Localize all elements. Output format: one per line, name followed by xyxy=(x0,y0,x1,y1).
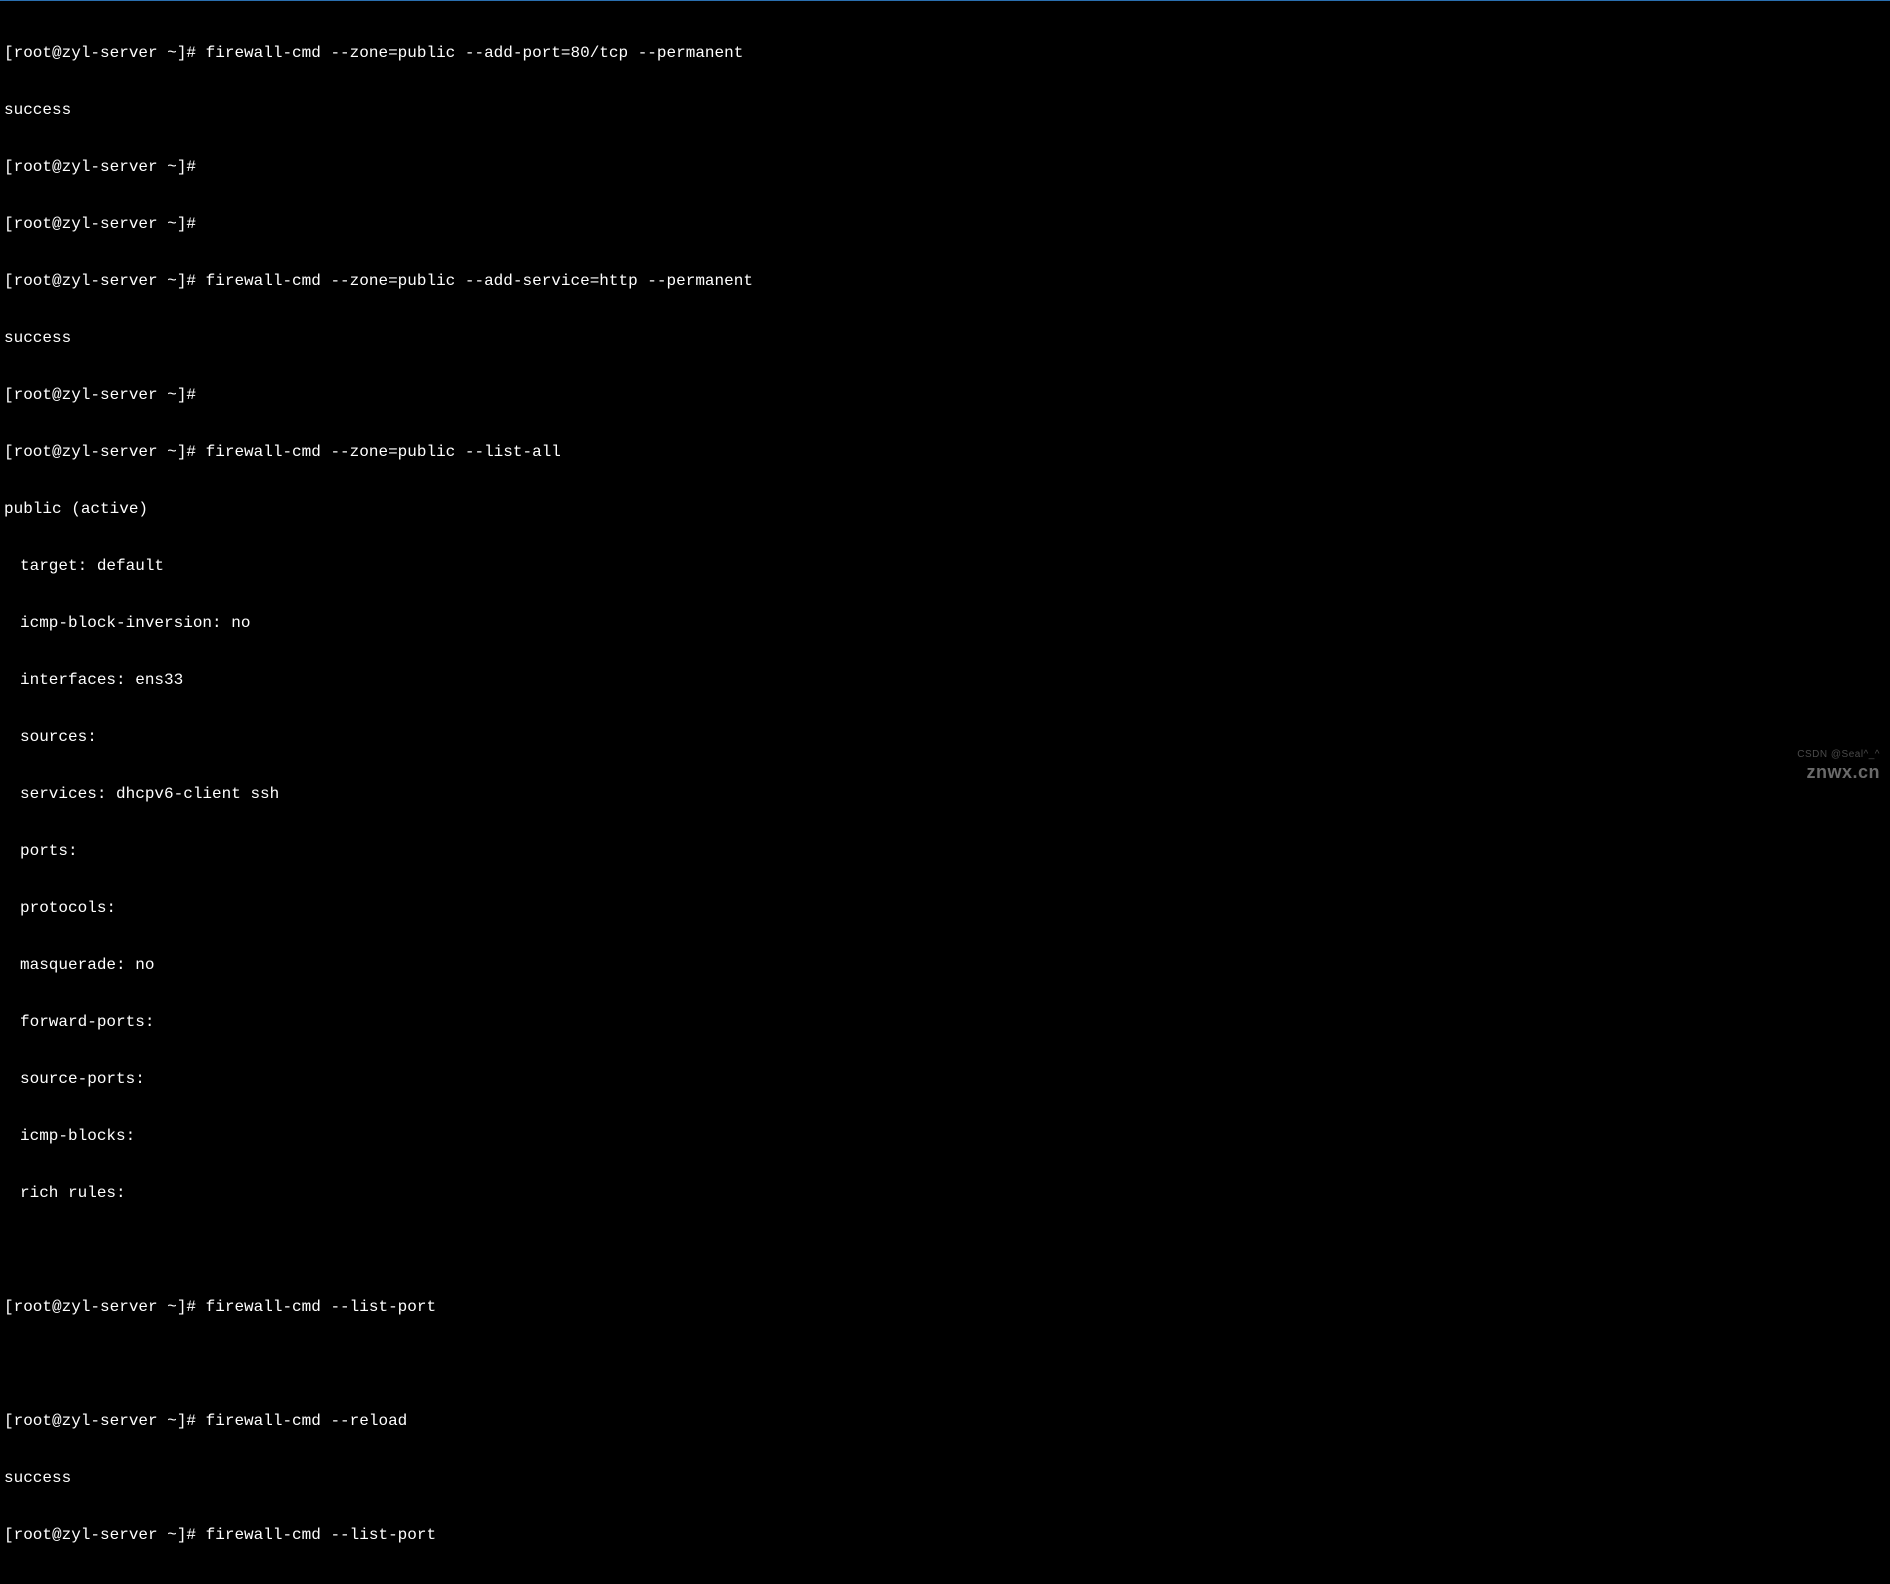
terminal-line: success xyxy=(4,1469,1886,1488)
terminal-line: [root@zyl-server ~]# firewall-cmd --zone… xyxy=(4,44,1886,63)
terminal-line: [root@zyl-server ~]# xyxy=(4,158,1886,177)
terminal-line: [root@zyl-server ~]# firewall-cmd --zone… xyxy=(4,443,1886,462)
terminal-line: masquerade: no xyxy=(4,956,1886,975)
terminal-line: success xyxy=(4,101,1886,120)
terminal-line: icmp-blocks: xyxy=(4,1127,1886,1146)
terminal-line: sources: xyxy=(4,728,1886,747)
terminal-line: 80/tcp xyxy=(4,1583,1886,1584)
terminal-line: [root@zyl-server ~]# xyxy=(4,215,1886,234)
terminal-line: [root@zyl-server ~]# firewall-cmd --list… xyxy=(4,1298,1886,1317)
terminal-line xyxy=(4,1355,1886,1374)
terminal-line: target: default xyxy=(4,557,1886,576)
terminal-line: icmp-block-inversion: no xyxy=(4,614,1886,633)
terminal-line: [root@zyl-server ~]# xyxy=(4,386,1886,405)
terminal-line: public (active) xyxy=(4,500,1886,519)
terminal-line: rich rules: xyxy=(4,1184,1886,1203)
terminal-line: ports: xyxy=(4,842,1886,861)
terminal-line: forward-ports: xyxy=(4,1013,1886,1032)
terminal-line: protocols: xyxy=(4,899,1886,918)
terminal-line: [root@zyl-server ~]# firewall-cmd --list… xyxy=(4,1526,1886,1545)
terminal-line xyxy=(4,1241,1886,1260)
terminal-line: [root@zyl-server ~]# firewall-cmd --zone… xyxy=(4,272,1886,291)
terminal-line: source-ports: xyxy=(4,1070,1886,1089)
watermark-znwx: znwx.cn xyxy=(1806,763,1880,782)
terminal-output[interactable]: [root@zyl-server ~]# firewall-cmd --zone… xyxy=(0,1,1890,1584)
terminal-line: services: dhcpv6-client ssh xyxy=(4,785,1886,804)
terminal-line: success xyxy=(4,329,1886,348)
terminal-line: interfaces: ens33 xyxy=(4,671,1886,690)
terminal-line: [root@zyl-server ~]# firewall-cmd --relo… xyxy=(4,1412,1886,1431)
